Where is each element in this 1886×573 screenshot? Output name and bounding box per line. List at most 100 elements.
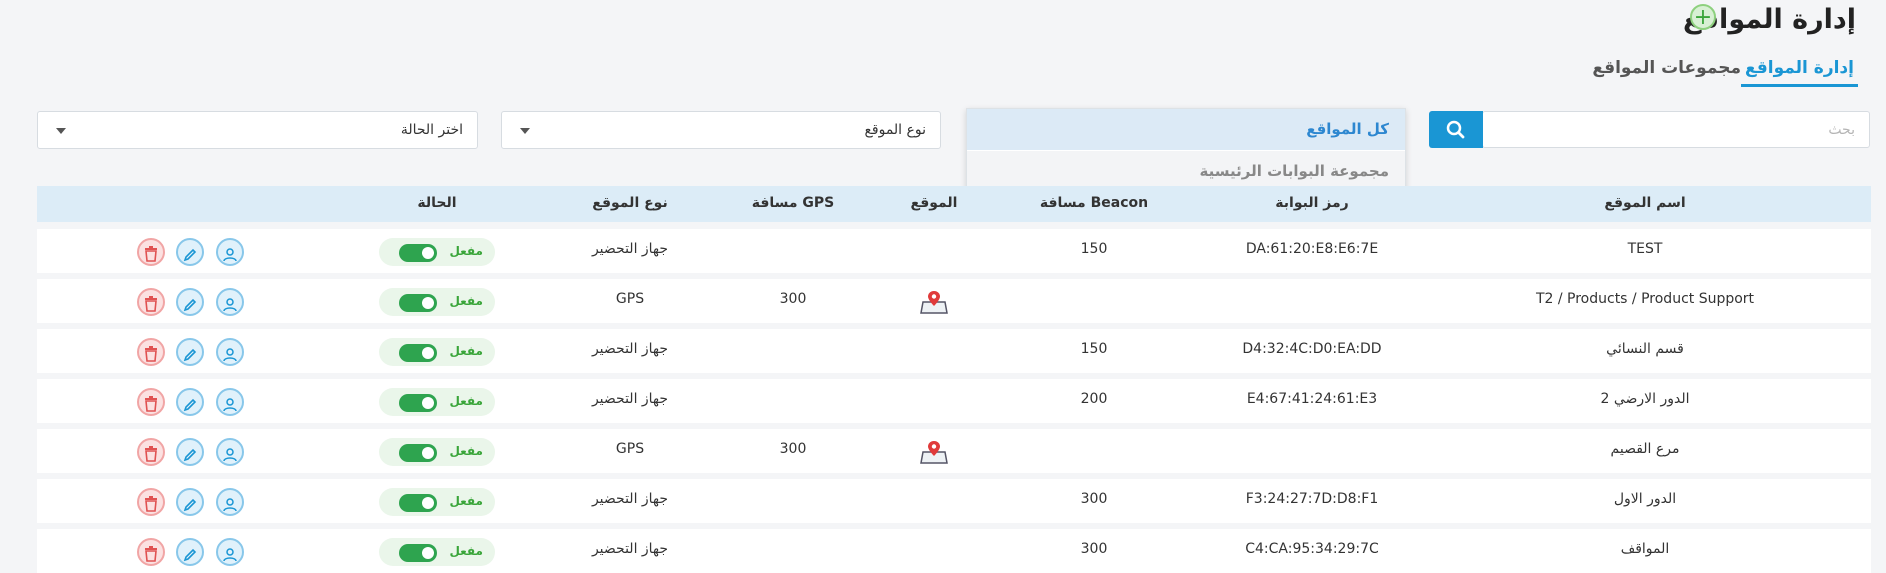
table-row: TEST DA:61:20:E8:E6:7E 150 جهاز التحضير مفعل [37, 229, 1871, 273]
column-header-location[interactable]: الموقع [911, 195, 958, 211]
edit-button[interactable] [176, 338, 204, 366]
tab-site-management[interactable]: إدارة المواقع [1741, 58, 1858, 87]
group-option-all-sites[interactable]: كل المواقع [967, 109, 1405, 150]
pencil-icon [183, 545, 197, 571]
users-button[interactable] [216, 438, 244, 466]
cell-site-type: GPS [615, 291, 645, 307]
pencil-icon [183, 445, 197, 471]
cell-beacon-distance: 200 [1080, 391, 1108, 407]
toggle-switch[interactable] [399, 244, 437, 262]
tab-site-groups[interactable]: مجموعات المواقع [1592, 58, 1741, 78]
toggle-switch[interactable] [399, 344, 437, 362]
toggle-switch[interactable] [399, 394, 437, 412]
users-button[interactable] [216, 538, 244, 566]
trash-icon [144, 545, 158, 571]
cell-site-name: الدور الارضي 2 [1600, 391, 1690, 407]
delete-button[interactable] [137, 538, 165, 566]
toggle-knob [422, 247, 434, 259]
site-type-select[interactable]: نوع الموقع [501, 111, 941, 149]
pencil-icon [183, 495, 197, 521]
toggle-switch[interactable] [399, 494, 437, 512]
status-select-label: اختر الحالة [400, 122, 463, 138]
edit-button[interactable] [176, 488, 204, 516]
status-label: مفعل [449, 344, 483, 358]
toggle-switch[interactable] [399, 444, 437, 462]
cell-site-name: TEST [1627, 241, 1663, 257]
status-label: مفعل [449, 294, 483, 308]
users-icon [222, 345, 238, 371]
status-select[interactable]: اختر الحالة [37, 111, 478, 149]
cell-gps-distance: 300 [779, 291, 807, 307]
edit-button[interactable] [176, 238, 204, 266]
delete-button[interactable] [137, 388, 165, 416]
trash-icon [144, 295, 158, 321]
users-button[interactable] [216, 338, 244, 366]
add-site-button[interactable]: + [1690, 4, 1716, 30]
column-header-status[interactable]: الحالة [417, 195, 456, 211]
status-toggle[interactable]: مفعل [379, 238, 495, 266]
status-toggle[interactable]: مفعل [379, 438, 495, 466]
cell-site-type: جهاز التحضير [591, 241, 669, 257]
search-button[interactable] [1429, 111, 1483, 148]
delete-button[interactable] [137, 238, 165, 266]
status-toggle[interactable]: مفعل [379, 288, 495, 316]
edit-button[interactable] [176, 538, 204, 566]
users-icon [222, 445, 238, 471]
map-pin-icon[interactable] [920, 289, 948, 319]
column-header-beacon-distance[interactable]: مسافة Beacon [1040, 195, 1148, 211]
map-pin-icon[interactable] [920, 439, 948, 469]
cell-beacon-distance: 300 [1080, 491, 1108, 507]
toggle-switch[interactable] [399, 294, 437, 312]
status-toggle[interactable]: مفعل [379, 488, 495, 516]
delete-button[interactable] [137, 488, 165, 516]
toggle-knob [422, 547, 434, 559]
site-group-dropdown[interactable]: كل المواقع مجموعة البوابات الرئيسية [966, 108, 1406, 192]
table-row: الدور الاول F3:24:27:7D:D8:F1 300 جهاز التح… [37, 479, 1871, 523]
users-button[interactable] [216, 488, 244, 516]
toggle-knob [422, 347, 434, 359]
column-header-gps-distance[interactable]: مسافة GPS [752, 195, 835, 211]
cell-site-type: جهاز التحضير [591, 491, 669, 507]
users-button[interactable] [216, 288, 244, 316]
search-input[interactable] [1483, 112, 1869, 147]
status-toggle[interactable]: مفعل [379, 338, 495, 366]
status-toggle[interactable]: مفعل [379, 538, 495, 566]
column-header-site-type[interactable]: نوع الموقع [592, 195, 667, 211]
cell-beacon-distance: 150 [1080, 341, 1108, 357]
trash-icon [144, 395, 158, 421]
edit-button[interactable] [176, 438, 204, 466]
search-icon [1446, 120, 1465, 139]
edit-button[interactable] [176, 288, 204, 316]
users-icon [222, 545, 238, 571]
toggle-knob [422, 297, 434, 309]
users-button[interactable] [216, 388, 244, 416]
cell-beacon-distance: 300 [1080, 541, 1108, 557]
delete-button[interactable] [137, 288, 165, 316]
cell-gate-code: D4:32:4C:D0:EA:DD [1242, 341, 1382, 357]
chevron-down-icon [56, 128, 66, 134]
toggle-knob [422, 447, 434, 459]
site-type-select-label: نوع الموقع [864, 122, 926, 138]
table-header: اسم الموقع رمز البوابة مسافة Beacon المو… [37, 186, 1871, 222]
trash-icon [144, 445, 158, 471]
edit-button[interactable] [176, 388, 204, 416]
pencil-icon [183, 245, 197, 271]
users-icon [222, 295, 238, 321]
delete-button[interactable] [137, 438, 165, 466]
status-toggle[interactable]: مفعل [379, 388, 495, 416]
chevron-down-icon [520, 128, 530, 134]
cell-site-name: المواقف [1620, 541, 1670, 557]
cell-site-name: مرع القصيم [1610, 441, 1680, 457]
table-row: مرع القصيم 300 GPS مفعل [37, 429, 1871, 473]
table-row: المواقف C4:CA:95:34:29:7C 300 جهاز التحضير م… [37, 529, 1871, 573]
users-icon [222, 395, 238, 421]
delete-button[interactable] [137, 338, 165, 366]
cell-site-name: الدور الاول [1613, 491, 1677, 507]
column-header-name[interactable]: اسم الموقع [1604, 195, 1685, 211]
users-button[interactable] [216, 238, 244, 266]
pencil-icon [183, 395, 197, 421]
toggle-switch[interactable] [399, 544, 437, 562]
trash-icon [144, 345, 158, 371]
toggle-knob [422, 497, 434, 509]
column-header-gate-code[interactable]: رمز البوابة [1275, 195, 1348, 211]
